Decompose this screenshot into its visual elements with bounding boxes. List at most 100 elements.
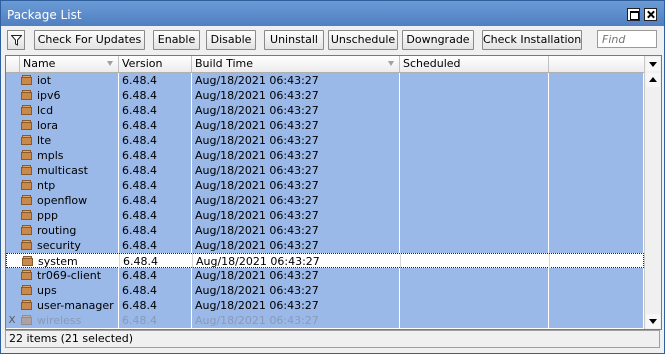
cell-build-time: Aug/18/2021 06:43:27 <box>192 88 400 103</box>
package-icon <box>21 315 32 325</box>
cell-version: 6.48.4 <box>119 208 192 223</box>
package-name: ups <box>37 284 57 297</box>
cell-scheduled <box>400 103 549 118</box>
check-for-updates-button[interactable]: Check For Updates <box>34 30 145 50</box>
cell-scheduled <box>401 254 550 269</box>
table-row[interactable]: lcd 6.48.4 Aug/18/2021 06:43:27 <box>6 103 644 118</box>
table-row[interactable]: ipv6 6.48.4 Aug/18/2021 06:43:27 <box>6 88 644 103</box>
package-name: lte <box>37 134 52 147</box>
package-icon <box>21 75 32 85</box>
cell-name: ppp <box>20 208 119 223</box>
table-row[interactable]: ups 6.48.4 Aug/18/2021 06:43:27 <box>6 283 644 298</box>
cell-build-time: Aug/18/2021 06:43:27 <box>192 313 400 328</box>
cell-version: 6.48.4 <box>119 163 192 178</box>
cell-empty <box>549 73 644 88</box>
table-row[interactable]: Xwireless 6.48.4 Aug/18/2021 06:43:27 <box>6 313 644 328</box>
flag-column-header[interactable] <box>6 56 20 72</box>
status-text: 22 items (21 selected) <box>9 332 134 345</box>
toolbar: Check For Updates Enable Disable Uninsta… <box>1 26 664 54</box>
table-row[interactable]: security 6.48.4 Aug/18/2021 06:43:27 <box>6 238 644 253</box>
table-row[interactable]: ntp 6.48.4 Aug/18/2021 06:43:27 <box>6 178 644 193</box>
cell-name: user-manager <box>20 298 119 313</box>
disable-button[interactable]: Disable <box>206 30 256 50</box>
vertical-scrollbar[interactable] <box>644 56 661 329</box>
cell-build-time: Aug/18/2021 06:43:27 <box>192 238 400 253</box>
cell-name: ntp <box>20 178 119 193</box>
row-flag <box>6 298 18 313</box>
table-row[interactable]: openflow 6.48.4 Aug/18/2021 06:43:27 <box>6 193 644 208</box>
cell-name: multicast <box>20 163 119 178</box>
cell-empty <box>549 133 644 148</box>
row-flag <box>6 148 18 163</box>
cell-scheduled <box>400 238 549 253</box>
cell-empty <box>549 163 644 178</box>
cell-empty <box>549 238 644 253</box>
table-row[interactable]: lora 6.48.4 Aug/18/2021 06:43:27 <box>6 118 644 133</box>
package-name: ipv6 <box>37 89 61 102</box>
column-header-build-time[interactable]: Build Time <box>192 56 400 72</box>
cell-version: 6.48.4 <box>119 193 192 208</box>
cell-name: system <box>21 254 120 269</box>
cell-name: wireless <box>20 313 119 328</box>
package-name: user-manager <box>37 299 114 312</box>
cell-empty <box>549 268 644 283</box>
window-title: Package List <box>7 8 82 22</box>
table-row[interactable]: iot 6.48.4 Aug/18/2021 06:43:27 <box>6 73 644 88</box>
cell-build-time: Aug/18/2021 06:43:27 <box>192 163 400 178</box>
downgrade-button[interactable]: Downgrade <box>402 30 474 50</box>
maximize-icon[interactable] <box>627 8 640 21</box>
package-icon <box>21 300 32 310</box>
table-row[interactable]: lte 6.48.4 Aug/18/2021 06:43:27 <box>6 133 644 148</box>
cell-scheduled <box>400 193 549 208</box>
row-flag <box>7 254 19 269</box>
close-icon[interactable] <box>644 8 657 21</box>
column-header-scheduled[interactable]: Scheduled <box>400 56 549 72</box>
check-installation-button[interactable]: Check Installation <box>482 30 582 50</box>
table-row[interactable]: multicast 6.48.4 Aug/18/2021 06:43:27 <box>6 163 644 178</box>
row-flag <box>6 118 18 133</box>
cell-scheduled <box>400 178 549 193</box>
column-header-name[interactable]: Name <box>20 56 119 72</box>
uninstall-button[interactable]: Uninstall <box>264 30 324 50</box>
package-icon <box>21 120 32 130</box>
package-list-window: Package List Check For Updates Enable Di… <box>0 0 665 354</box>
cell-build-time: Aug/18/2021 06:43:27 <box>192 133 400 148</box>
table-row[interactable]: routing 6.48.4 Aug/18/2021 06:43:27 <box>6 223 644 238</box>
column-header-version[interactable]: Version <box>119 56 192 72</box>
cell-scheduled <box>400 163 549 178</box>
cell-build-time: Aug/18/2021 06:43:27 <box>192 283 400 298</box>
package-icon <box>21 135 32 145</box>
table-row[interactable]: mpls 6.48.4 Aug/18/2021 06:43:27 <box>6 148 644 163</box>
package-name: mpls <box>37 149 64 162</box>
title-bar[interactable]: Package List <box>1 1 664 26</box>
cell-build-time: Aug/18/2021 06:43:27 <box>192 73 400 88</box>
cell-scheduled <box>400 268 549 283</box>
column-menu-chevron-down-icon[interactable] <box>646 57 660 71</box>
cell-version: 6.48.4 <box>119 88 192 103</box>
cell-build-time: Aug/18/2021 06:43:27 <box>192 223 400 238</box>
cell-build-time: Aug/18/2021 06:43:27 <box>192 268 400 283</box>
cell-empty <box>549 118 644 133</box>
package-icon <box>21 180 32 190</box>
package-icon <box>21 105 32 115</box>
find-input[interactable] <box>597 30 657 48</box>
table-row[interactable]: ppp 6.48.4 Aug/18/2021 06:43:27 <box>6 208 644 223</box>
row-flag <box>6 283 18 298</box>
package-table: Name Version Build Time Scheduled iot 6.4… <box>5 55 662 330</box>
row-flag <box>6 103 18 118</box>
scroll-down-icon[interactable] <box>646 314 660 328</box>
cell-name: routing <box>20 223 119 238</box>
package-icon <box>21 90 32 100</box>
enable-button[interactable]: Enable <box>153 30 200 50</box>
cell-build-time: Aug/18/2021 06:43:27 <box>193 254 401 269</box>
scroll-up-icon[interactable] <box>646 73 660 87</box>
table-row[interactable]: system 6.48.4 Aug/18/2021 06:43:27 <box>6 253 645 269</box>
cell-scheduled <box>400 283 549 298</box>
cell-name: lora <box>20 118 119 133</box>
cell-empty <box>549 103 644 118</box>
table-row[interactable]: tr069-client 6.48.4 Aug/18/2021 06:43:27 <box>6 268 644 283</box>
unschedule-button[interactable]: Unschedule <box>328 30 398 50</box>
table-row[interactable]: user-manager 6.48.4 Aug/18/2021 06:43:27 <box>6 298 644 313</box>
filter-button[interactable] <box>7 30 25 50</box>
cell-empty <box>549 88 644 103</box>
